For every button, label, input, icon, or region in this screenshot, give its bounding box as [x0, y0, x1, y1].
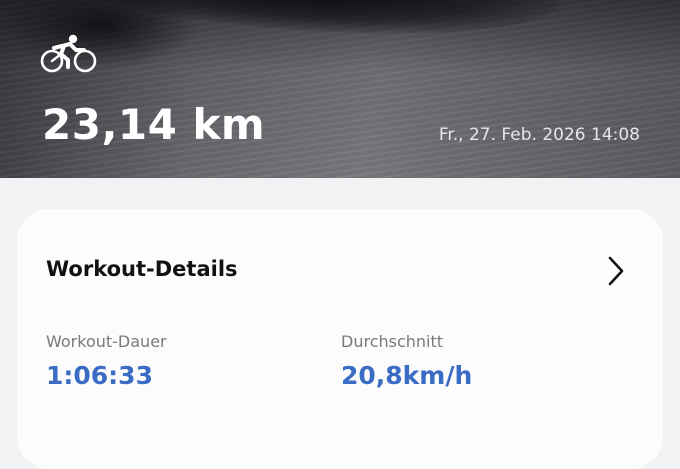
card-title: Workout-Details: [46, 257, 238, 281]
duration-label: Workout-Dauer: [46, 332, 167, 351]
workout-details-card[interactable]: Workout-Details Workout-Dauer 1:06:33 Du…: [17, 209, 663, 469]
workout-header: 23,14 km Fr., 27. Feb. 2026 14:08: [0, 0, 680, 178]
duration-value: 1:06:33: [46, 361, 153, 390]
header-background-shadow: [0, 0, 200, 70]
distance-value: 23,14 km: [42, 100, 266, 149]
average-speed-label: Durchschnitt: [341, 332, 444, 351]
workout-datetime: Fr., 27. Feb. 2026 14:08: [438, 125, 640, 145]
chevron-right-icon[interactable]: [605, 255, 627, 287]
cycling-icon: [40, 34, 97, 73]
average-speed-value: 20,8km/h: [341, 361, 473, 390]
